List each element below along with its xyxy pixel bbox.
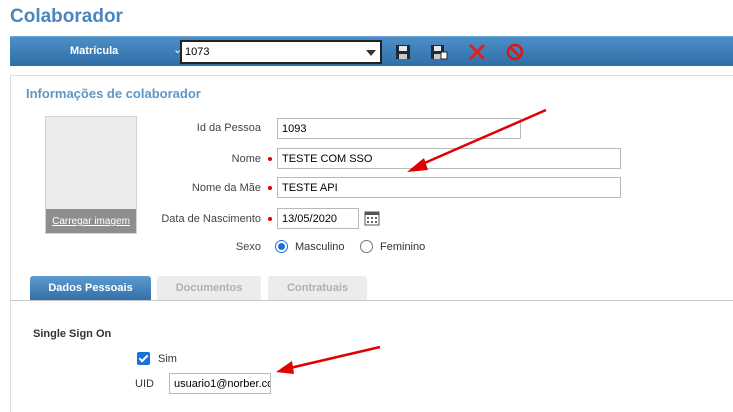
sexo-label: Sexo [235, 241, 261, 253]
sso-section-title: Single Sign On [33, 328, 112, 340]
save-as-button[interactable] [428, 41, 450, 63]
sso-checkbox-label: Sim [158, 353, 177, 365]
tab-contratuais[interactable]: Contratuais [268, 276, 367, 300]
sexo-feminino-radio[interactable] [360, 240, 373, 253]
tab-divider [11, 300, 733, 301]
required-indicator [268, 157, 272, 161]
page-title: Colaborador [10, 6, 123, 27]
data-nascimento-label: Data de Nascimento [161, 213, 261, 225]
delete-icon [469, 44, 485, 60]
data-nascimento-field[interactable]: 13/05/2020 [277, 208, 359, 229]
tab-documentos[interactable]: Documentos [157, 276, 261, 300]
tab-dados-pessoais[interactable]: Dados Pessoais [30, 276, 151, 300]
uid-label: UID [135, 378, 154, 390]
nome-field[interactable]: TESTE COM SSO [277, 148, 621, 169]
cancel-icon [506, 43, 524, 61]
panel-title: Informações de colaborador [26, 86, 201, 101]
delete-button[interactable] [466, 41, 488, 63]
id-pessoa-field[interactable]: 1093 [277, 118, 521, 139]
required-indicator [268, 186, 272, 190]
calendar-icon [364, 211, 380, 226]
sso-enabled-checkbox[interactable] [137, 352, 150, 365]
nome-mae-label: Nome da Mãe [191, 182, 261, 194]
matricula-select[interactable]: 1073 [180, 40, 382, 64]
matricula-select-value: 1073 [185, 46, 210, 58]
id-pessoa-label: Id da Pessoa [196, 122, 261, 134]
info-panel: Informações de colaborador Carregar imag… [10, 75, 733, 412]
cancel-button[interactable] [504, 41, 526, 63]
uid-field[interactable]: usuario1@norber.com [169, 373, 271, 394]
toolbar: Matrícula ⌄ 1073 [10, 36, 733, 66]
sexo-masculino-label: Masculino [295, 241, 345, 253]
required-indicator [268, 217, 272, 221]
nome-label: Nome [231, 153, 261, 165]
calendar-button[interactable] [364, 210, 380, 226]
sexo-masculino-radio[interactable] [275, 240, 288, 253]
save-button[interactable] [392, 41, 414, 63]
sexo-feminino-label: Feminino [380, 241, 426, 253]
save-icon [396, 45, 410, 59]
page: Colaborador Matrícula ⌄ 1073 Informações… [0, 0, 733, 412]
matricula-label: Matrícula [70, 45, 119, 57]
nome-mae-field[interactable]: TESTE API [277, 177, 621, 198]
dropdown-arrow-icon[interactable] [366, 50, 376, 56]
save-as-icon [431, 45, 448, 60]
